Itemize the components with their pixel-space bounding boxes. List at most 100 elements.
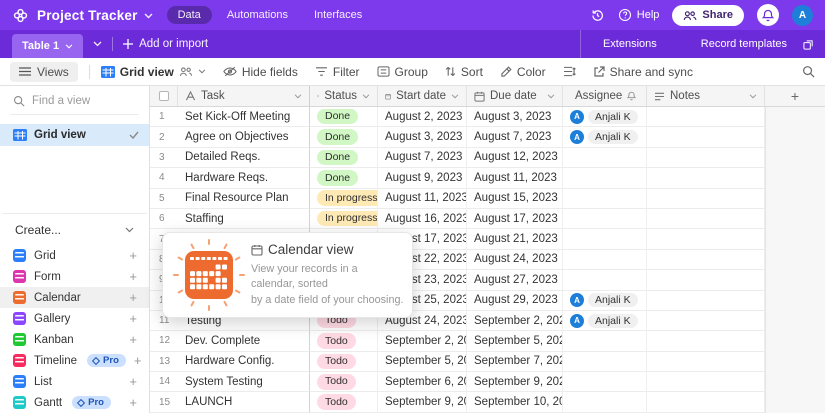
help-button[interactable]: Help bbox=[618, 8, 660, 22]
cell-assignee[interactable] bbox=[563, 189, 647, 209]
cell-assignee[interactable] bbox=[563, 250, 647, 270]
cell-due-date[interactable]: August 27, 2023 bbox=[467, 270, 563, 290]
cell-due-date[interactable]: September 5, 2023 bbox=[467, 331, 563, 351]
cell-assignee[interactable] bbox=[563, 372, 647, 392]
cell-notes[interactable] bbox=[647, 209, 765, 229]
cell-task[interactable]: Set Kick-Off Meeting bbox=[178, 107, 310, 127]
cell-assignee[interactable]: AAnjali K bbox=[563, 107, 647, 127]
cell-assignee[interactable]: AAnjali K bbox=[563, 311, 647, 331]
create-item-calendar[interactable]: Calendar+ bbox=[0, 287, 149, 308]
cell-task[interactable]: Agree on Objectives bbox=[178, 127, 310, 147]
filter-button[interactable]: Filter bbox=[315, 65, 360, 79]
cell-task[interactable]: Hardware Config. bbox=[178, 352, 310, 372]
cell-assignee[interactable] bbox=[563, 209, 647, 229]
column-header-status[interactable]: Status bbox=[310, 86, 378, 106]
column-header-start-date[interactable]: Start date bbox=[378, 86, 467, 106]
cell-status[interactable]: Done bbox=[310, 148, 378, 168]
row-height-button[interactable] bbox=[563, 66, 576, 77]
cell-notes[interactable] bbox=[647, 270, 765, 290]
cell-due-date[interactable]: August 11, 2023 bbox=[467, 168, 563, 188]
column-header-notes[interactable]: Notes bbox=[647, 86, 765, 106]
create-item-timeline[interactable]: TimelinePro+ bbox=[0, 350, 149, 371]
add-view-button[interactable]: + bbox=[134, 353, 142, 368]
group-button[interactable]: Group bbox=[377, 65, 428, 79]
cell-notes[interactable] bbox=[647, 250, 765, 270]
add-view-button[interactable]: + bbox=[129, 332, 137, 347]
cell-status[interactable]: Done bbox=[310, 107, 378, 127]
views-button[interactable]: Views bbox=[10, 62, 78, 82]
sidebar-item-grid-view[interactable]: Grid view bbox=[0, 124, 149, 146]
cell-status[interactable]: Todo bbox=[310, 392, 378, 412]
cell-task[interactable]: System Testing bbox=[178, 372, 310, 392]
cell-task[interactable]: Staffing bbox=[178, 209, 310, 229]
cell-notes[interactable] bbox=[647, 392, 765, 412]
cell-start-date[interactable]: August 3, 2023 bbox=[378, 127, 467, 147]
add-view-button[interactable]: + bbox=[129, 248, 137, 263]
chevron-down-icon[interactable] bbox=[144, 13, 153, 19]
column-header-due-date[interactable]: Due date bbox=[467, 86, 563, 106]
cell-start-date[interactable]: September 5, 2023 bbox=[378, 352, 467, 372]
color-button[interactable]: Color bbox=[500, 65, 546, 79]
create-item-grid[interactable]: Grid+ bbox=[0, 245, 149, 266]
cell-due-date[interactable]: August 24, 2023 bbox=[467, 250, 563, 270]
cell-assignee[interactable] bbox=[563, 148, 647, 168]
cell-assignee[interactable]: AAnjali K bbox=[563, 291, 647, 311]
cell-assignee[interactable]: AAnjali K bbox=[563, 127, 647, 147]
cell-task[interactable]: Detailed Reqs. bbox=[178, 148, 310, 168]
extensions-button[interactable]: Extensions bbox=[581, 38, 679, 50]
cell-start-date[interactable]: September 2, 2023 bbox=[378, 331, 467, 351]
search-button[interactable] bbox=[802, 65, 815, 78]
cell-notes[interactable] bbox=[647, 352, 765, 372]
cell-start-date[interactable]: September 9, 2023 bbox=[378, 392, 467, 412]
create-section-header[interactable]: Create... bbox=[2, 213, 147, 243]
cell-notes[interactable] bbox=[647, 168, 765, 188]
cell-status[interactable]: Done bbox=[310, 127, 378, 147]
create-item-gallery[interactable]: Gallery+ bbox=[0, 308, 149, 329]
cell-notes[interactable] bbox=[647, 291, 765, 311]
cell-task[interactable]: LAUNCH bbox=[178, 392, 310, 412]
top-tab-interfaces[interactable]: Interfaces bbox=[303, 6, 373, 24]
select-all-checkbox[interactable] bbox=[150, 86, 178, 106]
cell-start-date[interactable]: August 11, 2023 bbox=[378, 189, 467, 209]
cell-due-date[interactable]: September 10, 2023 bbox=[467, 392, 563, 412]
cell-due-date[interactable]: September 2, 2023 bbox=[467, 311, 563, 331]
column-header-assignee[interactable]: Assignee bbox=[563, 86, 647, 106]
cell-due-date[interactable]: August 15, 2023 bbox=[467, 189, 563, 209]
cell-status[interactable]: In progress bbox=[310, 189, 378, 209]
cell-due-date[interactable]: August 17, 2023 bbox=[467, 209, 563, 229]
user-avatar[interactable]: A bbox=[792, 5, 813, 26]
cell-start-date[interactable]: August 9, 2023 bbox=[378, 168, 467, 188]
cell-notes[interactable] bbox=[647, 372, 765, 392]
top-tab-data[interactable]: Data bbox=[167, 6, 212, 24]
create-item-kanban[interactable]: Kanban+ bbox=[0, 329, 149, 350]
cell-due-date[interactable]: September 7, 2023 bbox=[467, 352, 563, 372]
table-tab-table1[interactable]: Table 1 bbox=[12, 34, 83, 58]
base-title[interactable]: Project Tracker bbox=[37, 8, 138, 23]
record-templates-button[interactable]: Record templates bbox=[679, 38, 825, 50]
share-button[interactable]: Share bbox=[672, 5, 744, 26]
cell-status[interactable]: Todo bbox=[310, 352, 378, 372]
cell-status[interactable]: Todo bbox=[310, 372, 378, 392]
add-view-button[interactable]: + bbox=[129, 269, 137, 284]
cell-notes[interactable] bbox=[647, 189, 765, 209]
table-list-chevron-button[interactable] bbox=[93, 41, 102, 47]
find-a-view-input[interactable] bbox=[32, 95, 132, 107]
create-item-list[interactable]: List+ bbox=[0, 371, 149, 392]
cell-notes[interactable] bbox=[647, 311, 765, 331]
top-tab-automations[interactable]: Automations bbox=[216, 6, 299, 24]
add-field-button[interactable]: + bbox=[765, 86, 825, 106]
cell-due-date[interactable]: September 9, 2023 bbox=[467, 372, 563, 392]
cell-due-date[interactable]: August 29, 2023 bbox=[467, 291, 563, 311]
cell-status[interactable]: Done bbox=[310, 168, 378, 188]
add-or-import-button[interactable]: Add or import bbox=[123, 38, 208, 50]
cell-assignee[interactable] bbox=[563, 229, 647, 249]
column-header-task[interactable]: Task bbox=[178, 86, 310, 106]
cell-notes[interactable] bbox=[647, 127, 765, 147]
cell-assignee[interactable] bbox=[563, 392, 647, 412]
add-view-button[interactable]: + bbox=[129, 311, 137, 326]
cell-start-date[interactable]: August 2, 2023 bbox=[378, 107, 467, 127]
cell-notes[interactable] bbox=[647, 148, 765, 168]
cell-start-date[interactable]: August 7, 2023 bbox=[378, 148, 467, 168]
cell-notes[interactable] bbox=[647, 229, 765, 249]
cell-notes[interactable] bbox=[647, 107, 765, 127]
